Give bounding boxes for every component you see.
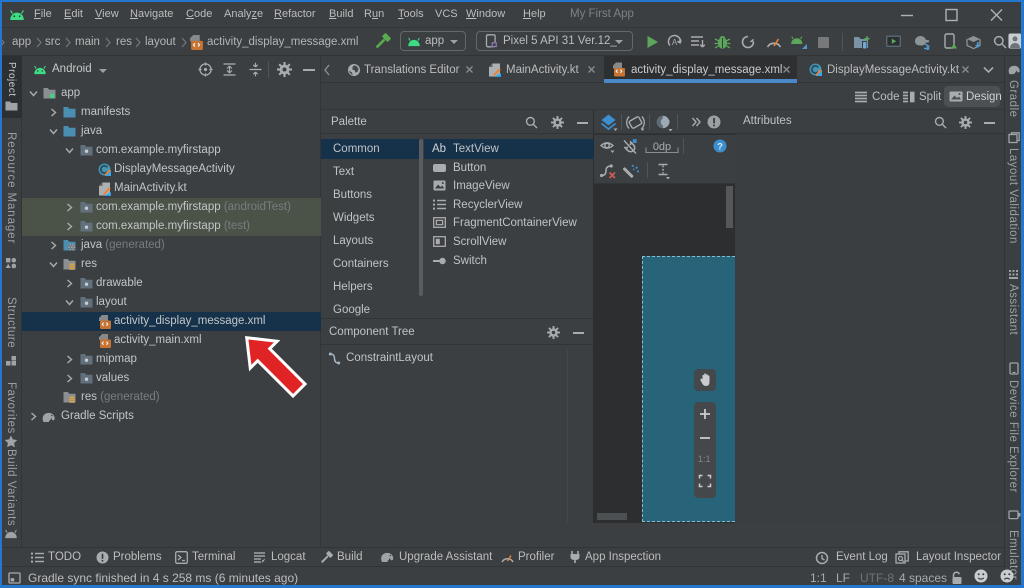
svg-text:A: A [672,38,678,47]
svg-text:?: ? [717,142,723,153]
svg-text:0dp: 0dp [653,141,671,153]
